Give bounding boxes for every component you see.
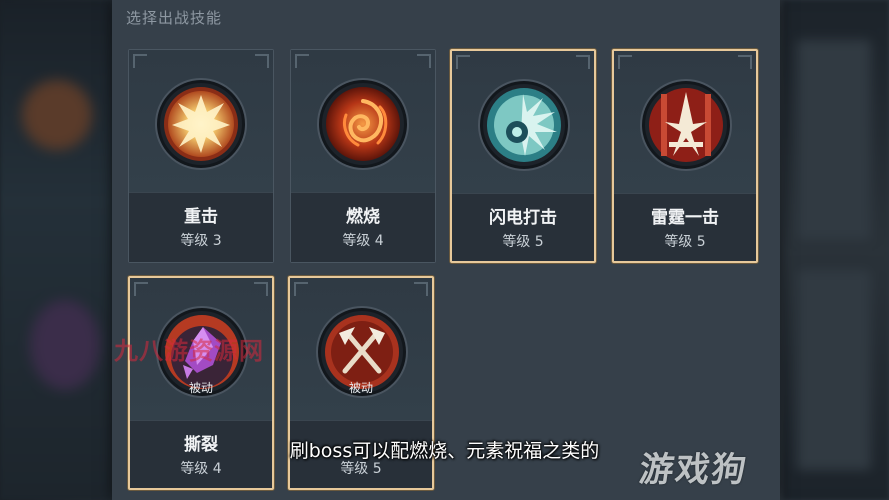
lightning-strike-icon [483, 84, 565, 166]
heavy-strike-icon [160, 83, 242, 165]
skill-card-burn[interactable]: 燃烧 等级 4 [290, 49, 436, 263]
thunder-strike-icon [645, 84, 727, 166]
skill-card-lightning-strike[interactable]: 闪电打击 等级 5 [450, 49, 596, 263]
video-subtitle: 刷boss可以配燃烧、元素祝福之类的 [289, 440, 600, 462]
burn-icon [322, 83, 404, 165]
blurred-background-left [0, 0, 112, 500]
skill-card-thunder-strike[interactable]: 雷霆一击 等级 5 [612, 49, 758, 263]
blurred-background-right [783, 0, 889, 500]
passive-tag: 被动 [348, 381, 373, 395]
skill-level: 等级 5 [502, 234, 544, 250]
skill-card-heavy-strike[interactable]: 重击 等级 3 [128, 49, 274, 263]
skill-name: 雷霆一击 [651, 208, 719, 228]
skill-name: 燃烧 [346, 207, 380, 227]
skill-name: 闪电打击 [489, 208, 557, 228]
passive-tag: 被动 [188, 381, 213, 395]
site-logo: 游戏狗 [636, 450, 751, 490]
skill-name: 重击 [184, 207, 218, 227]
skill-level: 等级 3 [180, 233, 222, 249]
skill-level: 等级 4 [342, 233, 384, 249]
skill-level: 等级 5 [664, 234, 706, 250]
panel-title: 选择出战技能 [126, 9, 223, 27]
game-screen: 选择出战技能 重击 等级 3 燃烧 等级 4 闪电打击 等级 5 雷霆一击 等级… [0, 0, 889, 500]
